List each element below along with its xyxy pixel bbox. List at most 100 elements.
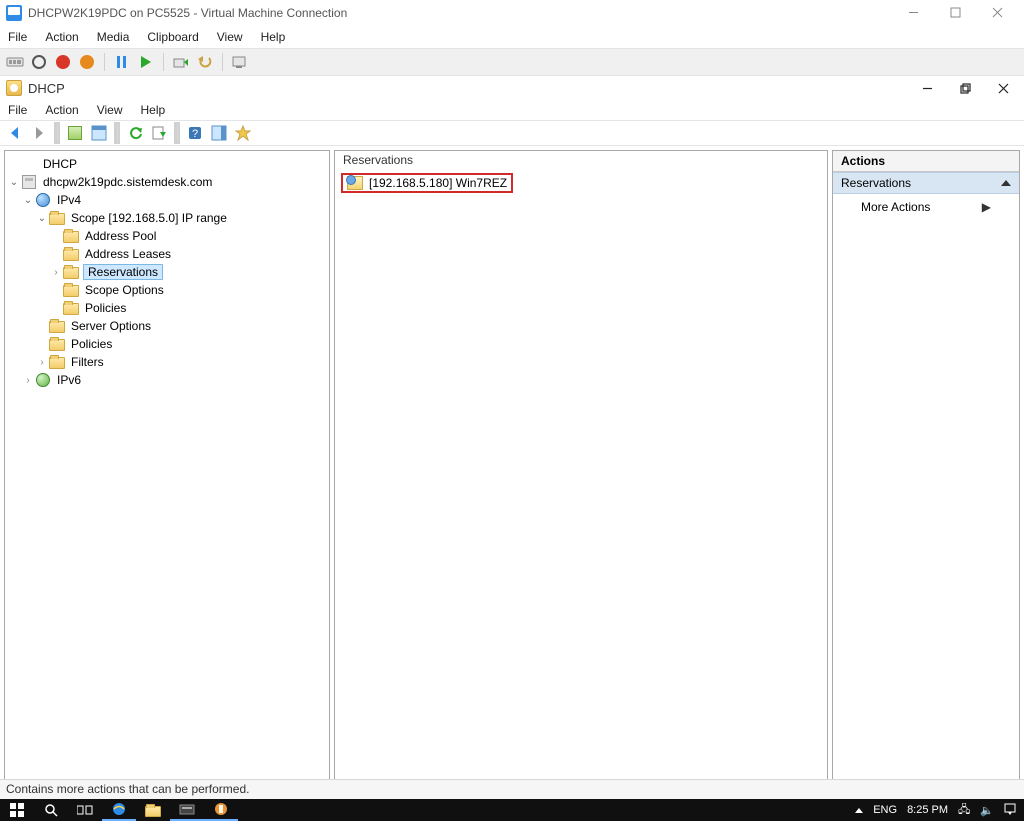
tree-node-filters[interactable]: ›Filters (7, 353, 327, 371)
tree-node-scope-options[interactable]: Scope Options (7, 281, 327, 299)
console-tree-pane: DHCP ⌄dhcpw2k19pdc.sistemdesk.com ⌄IPv4 … (4, 150, 330, 795)
start-button[interactable] (30, 53, 48, 71)
toolbar-separator (163, 53, 164, 71)
tree-node-ipv4[interactable]: ⌄IPv4 (7, 191, 327, 209)
tree-node-server[interactable]: ⌄dhcpw2k19pdc.sistemdesk.com (7, 173, 327, 191)
tray-overflow-icon[interactable] (855, 808, 863, 813)
dhcp-app-icon (6, 80, 22, 96)
chevron-right-icon: ▶ (982, 200, 991, 214)
toolbar-separator (222, 53, 223, 71)
results-header: Reservations (335, 151, 827, 171)
taskbar-taskview-icon[interactable] (68, 799, 102, 821)
dhcp-minimize-button[interactable] (912, 76, 942, 100)
revert-button[interactable] (196, 53, 214, 71)
vm-minimize-button[interactable] (892, 0, 934, 26)
vm-titlebar: DHCPW2K19PDC on PC5525 - Virtual Machine… (0, 0, 1024, 26)
status-text: Contains more actions that can be perfor… (6, 782, 249, 796)
tree-node-server-options[interactable]: Server Options (7, 317, 327, 335)
vm-connection-icon (6, 5, 22, 21)
tray-network-icon[interactable]: 🖧 (958, 801, 970, 820)
dhcp-menu-file[interactable]: File (8, 103, 27, 117)
toolbar-separator (174, 122, 180, 144)
dhcp-window: DHCP File Action View Help ? DHCP ⌄d (0, 76, 1024, 799)
tree-node-scope[interactable]: ⌄Scope [192.168.5.0] IP range (7, 209, 327, 227)
dhcp-close-button[interactable] (988, 76, 1018, 100)
refresh-button[interactable] (124, 122, 146, 144)
dhcp-menu-help[interactable]: Help (141, 103, 166, 117)
tree-node-address-leases[interactable]: Address Leases (7, 245, 327, 263)
toolbar-separator (114, 122, 120, 144)
dhcp-menu-action[interactable]: Action (45, 103, 78, 117)
taskbar-search-icon[interactable] (34, 799, 68, 821)
enhanced-session-button[interactable] (231, 53, 249, 71)
taskbar-explorer-icon[interactable] (136, 799, 170, 821)
dhcp-toolbar: ? (0, 120, 1024, 146)
pause-button[interactable] (113, 53, 131, 71)
forward-button[interactable] (28, 122, 50, 144)
vm-maximize-button[interactable] (934, 0, 976, 26)
vm-menu-action[interactable]: Action (45, 30, 78, 44)
tree-node-reservations[interactable]: ›Reservations (7, 263, 327, 281)
dhcp-restore-button[interactable] (950, 76, 980, 100)
vm-menu-clipboard[interactable]: Clipboard (147, 30, 198, 44)
back-button[interactable] (4, 122, 26, 144)
new-action-button[interactable] (232, 122, 254, 144)
help-button[interactable]: ? (184, 122, 206, 144)
turnoff-button[interactable] (54, 53, 72, 71)
actions-pane: Actions Reservations More Actions ▶ (832, 150, 1020, 795)
dhcp-title: DHCP (28, 81, 912, 96)
more-actions-label: More Actions (861, 200, 930, 214)
dhcp-titlebar: DHCP (0, 76, 1024, 100)
more-actions-item[interactable]: More Actions ▶ (833, 194, 1019, 220)
results-pane: Reservations [192.168.5.180] Win7REZ (334, 150, 828, 795)
reservation-icon (347, 176, 363, 190)
collapse-icon (1001, 180, 1011, 186)
show-hide-tree-button[interactable] (64, 122, 86, 144)
dhcp-menu-view[interactable]: View (97, 103, 123, 117)
checkpoint-button[interactable] (172, 53, 190, 71)
ctrl-alt-del-button[interactable] (6, 53, 24, 71)
status-bar: Contains more actions that can be perfor… (0, 779, 1024, 799)
tray-volume-icon[interactable]: 🔈 (980, 804, 994, 817)
windows-taskbar: ENG 8:25 PM 🖧 🔈 (0, 799, 1024, 821)
tree-node-server-policies[interactable]: Policies (7, 335, 327, 353)
show-hide-action-pane-button[interactable] (208, 122, 230, 144)
reservation-label: [192.168.5.180] Win7REZ (369, 176, 507, 190)
vm-window-controls (892, 0, 1018, 26)
reservation-item[interactable]: [192.168.5.180] Win7REZ (341, 173, 513, 193)
dhcp-window-controls (912, 76, 1018, 100)
taskbar-server-manager-icon[interactable] (170, 799, 204, 821)
vm-toolbar (0, 48, 1024, 76)
svg-text:?: ? (192, 128, 198, 140)
tray-clock[interactable]: 8:25 PM (907, 804, 948, 816)
console-tree: DHCP ⌄dhcpw2k19pdc.sistemdesk.com ⌄IPv4 … (5, 151, 329, 393)
mmc-body: DHCP ⌄dhcpw2k19pdc.sistemdesk.com ⌄IPv4 … (0, 146, 1024, 799)
reset-button[interactable] (137, 53, 155, 71)
toolbar-separator (54, 122, 60, 144)
actions-section-label: Reservations (841, 176, 911, 190)
shutdown-button[interactable] (78, 53, 96, 71)
vm-menubar: File Action Media Clipboard View Help (0, 26, 1024, 48)
vm-menu-help[interactable]: Help (261, 30, 286, 44)
vm-close-button[interactable] (976, 0, 1018, 26)
vm-menu-view[interactable]: View (217, 30, 243, 44)
tray-language[interactable]: ENG (873, 804, 897, 816)
toolbar-separator (104, 53, 105, 71)
tree-node-ipv6[interactable]: ›IPv6 (7, 371, 327, 389)
vm-menu-file[interactable]: File (8, 30, 27, 44)
actions-section-reservations[interactable]: Reservations (833, 172, 1019, 194)
dhcp-menubar: File Action View Help (0, 100, 1024, 120)
taskbar-ie-icon[interactable] (102, 799, 136, 821)
start-menu-button[interactable] (0, 799, 34, 821)
taskbar-dhcp-icon[interactable] (204, 799, 238, 821)
vm-title: DHCPW2K19PDC on PC5525 - Virtual Machine… (28, 6, 892, 20)
tree-node-address-pool[interactable]: Address Pool (7, 227, 327, 245)
export-list-button[interactable] (148, 122, 170, 144)
system-tray: ENG 8:25 PM 🖧 🔈 (847, 801, 1024, 820)
vm-menu-media[interactable]: Media (97, 30, 130, 44)
properties-button[interactable] (88, 122, 110, 144)
actions-header: Actions (833, 151, 1019, 172)
tree-node-dhcp[interactable]: DHCP (7, 155, 327, 173)
tray-notifications-icon[interactable] (1004, 803, 1016, 818)
tree-node-scope-policies[interactable]: Policies (7, 299, 327, 317)
